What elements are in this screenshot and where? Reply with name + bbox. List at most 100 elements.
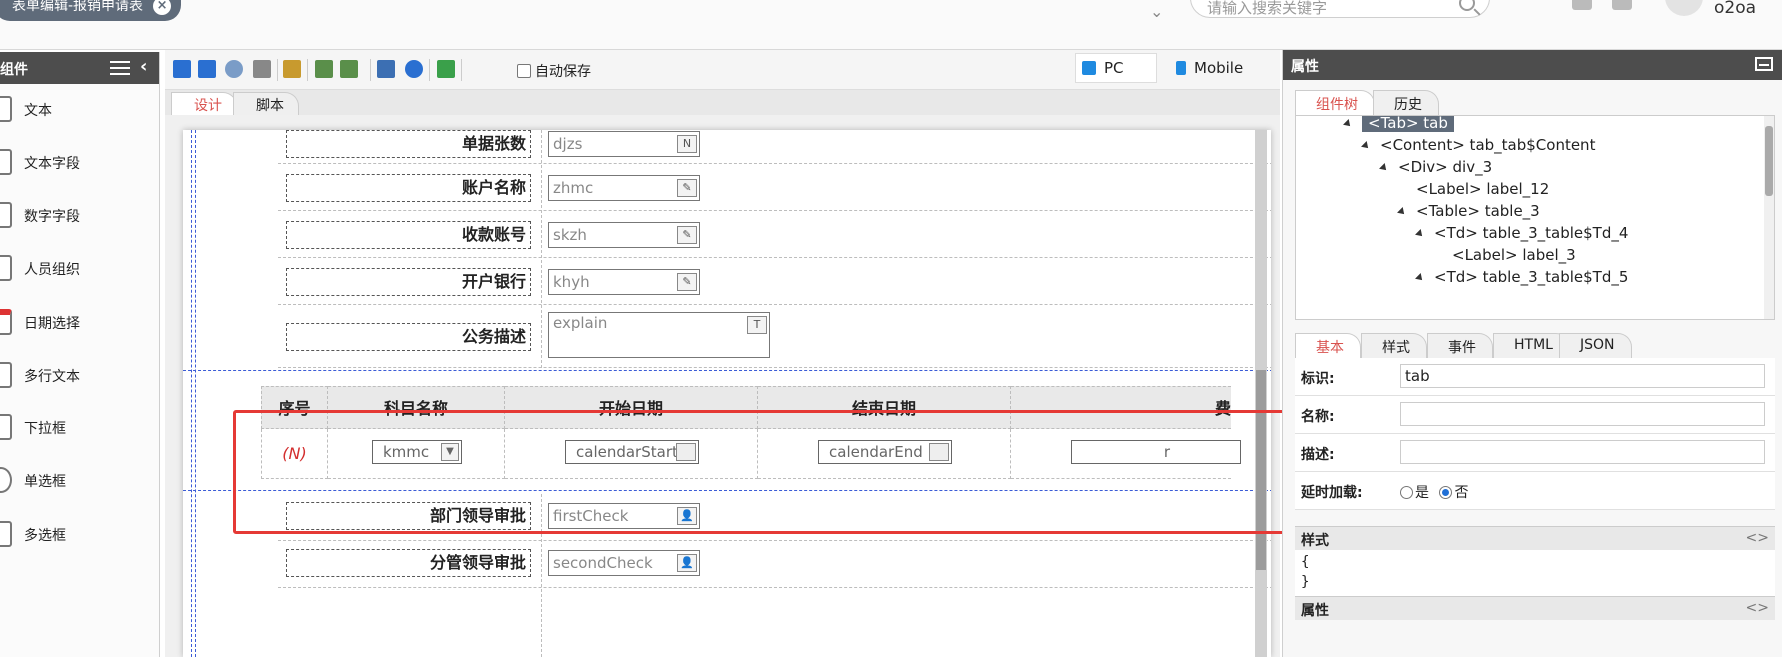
search-icon[interactable] <box>1459 0 1475 11</box>
field-input[interactable]: zhmc ✎ <box>548 175 700 201</box>
tree-node[interactable]: <Content> tab_tab$Content <box>1361 136 1595 154</box>
field-label[interactable]: 开户银行 <box>286 268 531 296</box>
close-tab-icon[interactable]: × <box>153 0 172 15</box>
preview-icon[interactable] <box>225 60 243 78</box>
tree-node[interactable]: <Td> table_3_table$Td_5 <box>1415 268 1628 286</box>
expand-icon[interactable] <box>1343 118 1353 129</box>
tab-basic[interactable]: 基本 <box>1295 333 1361 358</box>
radio-label: 否 <box>1454 485 1469 501</box>
skin-icon[interactable] <box>1612 0 1632 10</box>
field-label[interactable]: 账户名称 <box>286 174 531 202</box>
form-row: 分管领导审批 secondCheck 👤 <box>278 541 1271 588</box>
tree-tabs: 组件树 历史 <box>1295 90 1775 115</box>
field-label[interactable]: 收款账号 <box>286 221 531 249</box>
field-id: secondCheck <box>553 554 653 572</box>
export-icon[interactable] <box>340 60 358 78</box>
radio-yes[interactable]: 是 <box>1400 482 1429 502</box>
tab-design[interactable]: 设计 <box>171 92 237 115</box>
form-row: 单据张数 djzs N <box>278 130 1271 164</box>
textarea-input[interactable]: explain T <box>548 312 770 358</box>
help-icon[interactable] <box>405 60 423 78</box>
search-box[interactable]: 请输入搜索关键字 <box>1190 0 1490 18</box>
tree-node[interactable]: <Label> label_12 <box>1416 180 1549 198</box>
component-select[interactable]: 下拉框 <box>0 412 160 442</box>
tab-events[interactable]: 事件 <box>1427 333 1493 358</box>
design-canvas: 单据张数 djzs N 账户名称 zhmc ✎ 收款账号 skzh ✎ 开户银行 kh… <box>165 115 1280 657</box>
mobile-mode-button[interactable]: Mobile <box>1170 53 1270 83</box>
field-input[interactable]: secondCheck 👤 <box>548 550 700 576</box>
component-radio[interactable]: 单选框 <box>0 465 160 495</box>
name-input[interactable] <box>1400 402 1765 426</box>
form-list-icon[interactable] <box>377 60 395 78</box>
expand-icon[interactable] <box>1415 228 1425 239</box>
attr-section-header[interactable]: 属性 <> <box>1295 596 1775 620</box>
property-label: 名称: <box>1301 409 1335 425</box>
expand-icon[interactable] <box>1361 140 1371 151</box>
code-toggle-icon[interactable]: <> <box>1746 600 1769 616</box>
radio-circle[interactable] <box>1439 485 1453 499</box>
tree-node[interactable]: <Td> table_3_table$Td_4 <box>1415 224 1628 242</box>
field-input[interactable]: skzh ✎ <box>548 222 700 248</box>
field-label[interactable]: 分管领导审批 <box>286 549 531 577</box>
component-label: 下拉框 <box>24 421 66 437</box>
username[interactable]: o2oa <box>1714 0 1756 18</box>
component-textfield[interactable]: 文本字段 <box>0 147 160 177</box>
expand-icon[interactable] <box>1379 162 1389 173</box>
style-section-header[interactable]: 样式 <> <box>1295 526 1775 550</box>
avatar[interactable] <box>1665 0 1703 16</box>
print-icon[interactable] <box>253 60 271 78</box>
tree-scrollbar[interactable] <box>1764 116 1774 319</box>
save-as-icon[interactable] <box>198 60 216 78</box>
autosave-toggle[interactable]: 自动保存 <box>517 61 591 81</box>
tree-node[interactable]: <Div> div_3 <box>1379 158 1492 176</box>
tree-node[interactable]: <Label> label_3 <box>1452 246 1576 264</box>
radio-label: 是 <box>1415 485 1429 501</box>
component-calendar[interactable]: 日期选择 <box>0 307 160 337</box>
tab-component-tree[interactable]: 组件树 <box>1295 90 1375 115</box>
expand-icon[interactable] <box>1397 206 1407 217</box>
designer-toolbar: 自动保存 PC Mobile <box>165 50 1280 90</box>
component-textarea[interactable]: 多行文本 <box>0 360 160 390</box>
menu-icon[interactable] <box>110 61 130 75</box>
canvas-scrollbar[interactable] <box>1255 130 1267 657</box>
component-checkbox[interactable]: 多选框 <box>0 519 160 549</box>
field-input[interactable]: khyh ✎ <box>548 269 700 295</box>
pc-mode-button[interactable]: PC <box>1075 53 1157 83</box>
properties-panel: 属性 组件树 历史 <Tab> tab <Content> tab_tab$Co… <box>1282 50 1782 657</box>
property-label: 标识: <box>1301 371 1335 387</box>
component-label: 文本字段 <box>24 156 80 172</box>
section-title: 样式 <box>1301 533 1329 549</box>
tab-history[interactable]: 历史 <box>1373 90 1439 115</box>
save-icon[interactable] <box>173 60 191 78</box>
tools-icon[interactable] <box>283 60 301 78</box>
component-number-field[interactable]: 数字字段 <box>0 200 160 230</box>
scrollbar-thumb[interactable] <box>1765 126 1773 196</box>
description-input[interactable] <box>1400 440 1765 464</box>
collapse-icon[interactable]: ‹ <box>140 56 147 77</box>
tree-node[interactable]: <Table> table_3 <box>1397 202 1540 220</box>
tab-style[interactable]: 样式 <box>1361 333 1427 358</box>
autosave-checkbox[interactable] <box>517 64 531 78</box>
radio-no[interactable]: 否 <box>1439 482 1468 502</box>
component-org[interactable]: 人员组织 <box>0 253 160 283</box>
field-label[interactable]: 公务描述 <box>286 323 531 351</box>
publish-icon[interactable] <box>437 60 455 78</box>
tab-script[interactable]: 脚本 <box>233 92 299 115</box>
id-input[interactable]: tab <box>1400 364 1765 388</box>
import-icon[interactable] <box>315 60 333 78</box>
chevron-down-icon[interactable]: ⌄ <box>1150 2 1163 21</box>
field-input[interactable]: djzs N <box>548 131 700 157</box>
style-code-editor[interactable]: { } <box>1295 550 1775 596</box>
radio-circle[interactable] <box>1400 485 1413 499</box>
tab-json[interactable]: JSON <box>1559 333 1632 358</box>
message-icon[interactable] <box>1572 0 1592 10</box>
tree-node[interactable]: <Tab> tab <box>1343 116 1454 132</box>
toolbar-divider <box>429 59 430 81</box>
code-toggle-icon[interactable]: <> <box>1746 530 1769 546</box>
component-text[interactable]: 文本 <box>0 94 160 124</box>
minimize-icon[interactable] <box>1755 57 1773 71</box>
form-editor-tab[interactable]: 表单编辑-报销申请表 × <box>0 0 182 21</box>
expand-icon[interactable] <box>1415 272 1425 283</box>
form-row: 公务描述 explain T <box>278 305 1271 368</box>
field-label[interactable]: 单据张数 <box>286 130 531 158</box>
